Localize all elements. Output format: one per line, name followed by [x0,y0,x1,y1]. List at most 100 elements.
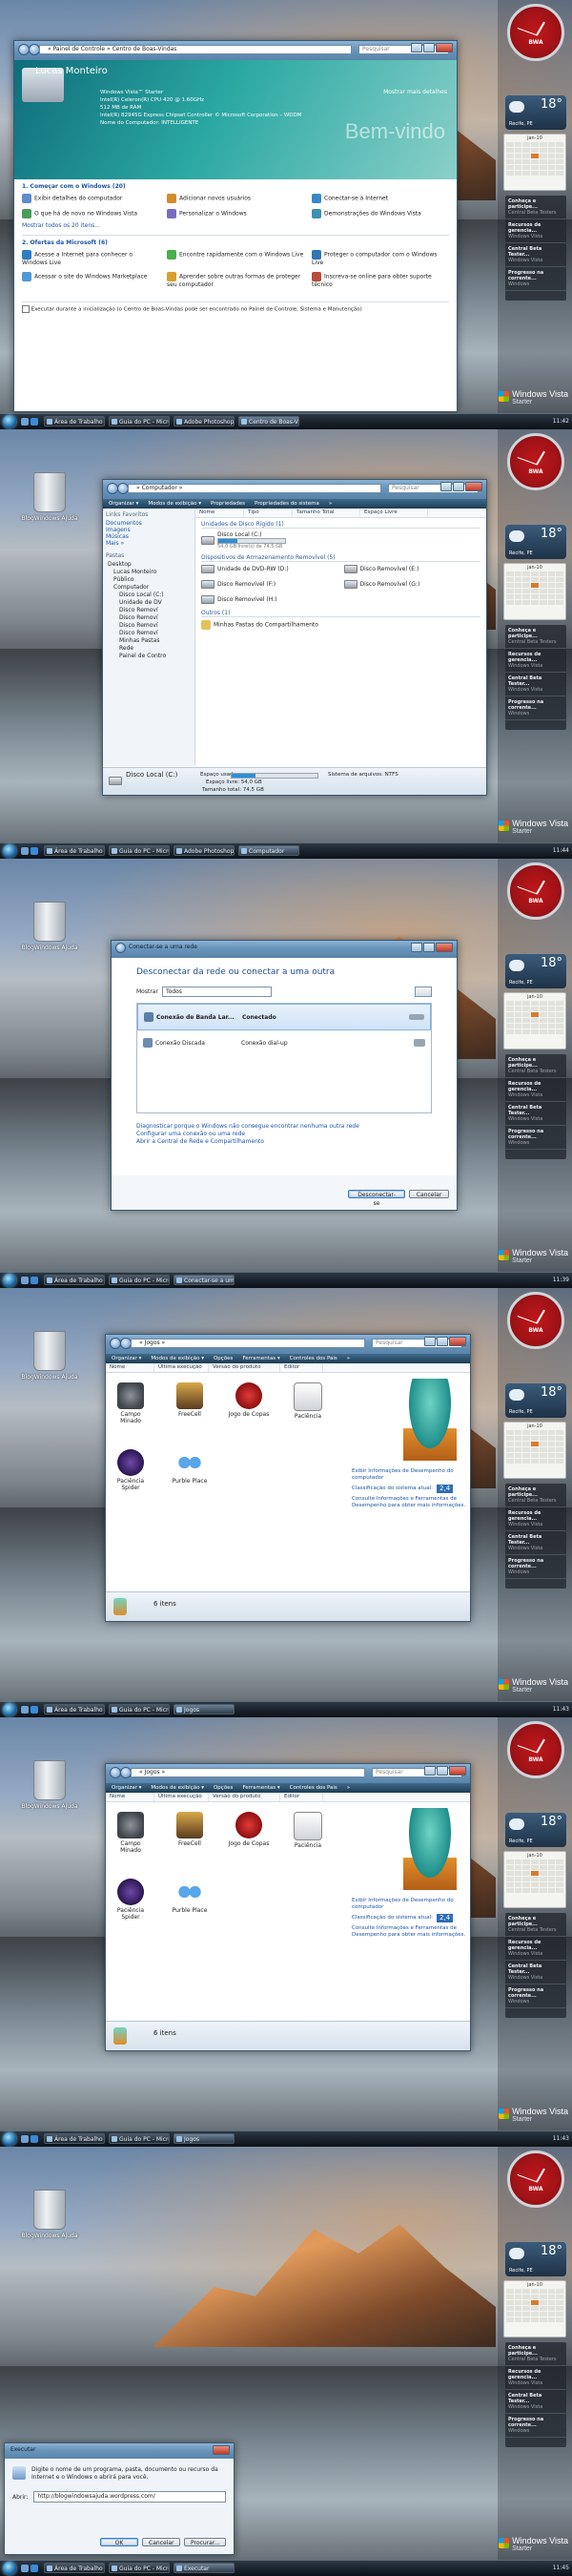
calendar-day[interactable] [547,1871,556,1876]
calendar-day[interactable] [556,1859,563,1864]
col-type[interactable]: Tipo [244,509,293,517]
recycle-bin[interactable]: BlogWindows Ajuda [21,2190,78,2239]
calendar-day[interactable] [556,594,563,599]
calendar-day[interactable] [539,1888,547,1893]
start-button[interactable] [3,1274,16,1287]
calendar-day[interactable] [522,1453,531,1458]
parental-controls-button[interactable]: Controles dos Pais [290,1354,337,1363]
calendar-day[interactable] [514,165,522,170]
calendar-day[interactable] [539,1007,547,1011]
calendar-day[interactable] [531,1001,539,1006]
feed-item[interactable]: Conheça e participe... Central Beta Teste… [505,1484,566,1507]
tile-marketplace[interactable]: Acessar o site do Windows Marketplace [22,272,159,288]
feed-item[interactable]: Progresso na corrente... Windows [505,1126,566,1150]
calendar-day[interactable] [556,583,563,588]
calendar-day[interactable] [531,1888,539,1893]
game-minesweeper[interactable]: Campo Minado [110,1382,152,1424]
calendar-day[interactable] [506,171,514,176]
calendar-day[interactable] [531,2312,539,2316]
calendar-day[interactable] [531,148,539,153]
tile-personalize[interactable]: Personalizar o Windows [167,209,304,218]
calendar-day[interactable] [531,1018,539,1023]
minimize-button[interactable] [440,482,452,491]
calendar-day[interactable] [522,171,531,176]
calendar-day[interactable] [539,1018,547,1023]
calendar-day[interactable] [539,577,547,582]
calendar-day[interactable] [539,165,547,170]
calendar-day[interactable] [514,154,522,158]
calendar-day[interactable] [506,1007,514,1011]
tree-item[interactable]: Disco Removí [106,630,192,637]
game-spider[interactable]: Paciência Spider [110,1449,152,1491]
calendar-day[interactable] [531,171,539,176]
maximize-button[interactable] [437,1337,448,1346]
calendar-day[interactable] [506,1882,514,1887]
calendar-day[interactable] [547,2312,556,2316]
show-all-link[interactable]: Mostrar todos os 20 itens... [22,222,449,229]
calendar-day[interactable] [539,1436,547,1441]
calendar-day[interactable] [514,1888,522,1893]
show-desktop-icon[interactable] [21,1706,29,1714]
col-version[interactable]: Versão do produto [209,1793,280,1801]
task-games[interactable]: Jogos [174,1704,235,1714]
organize-menu[interactable]: Organizar ▾ [112,1354,141,1363]
start-button[interactable] [3,415,16,428]
calendar-day[interactable] [522,2300,531,2305]
calendar-day[interactable] [547,171,556,176]
tools-menu[interactable]: Ferramentas ▾ [242,1783,279,1793]
calendar-day[interactable] [556,1453,563,1458]
calendar-day[interactable] [506,589,514,593]
task-desktop[interactable]: Área de Trabalho [44,2133,105,2144]
task-browser[interactable]: Guia do PC - Micros... [109,2563,170,2573]
calendar-day[interactable] [522,154,531,158]
tile-view-details[interactable]: Exibir detalhes do computador [22,194,159,203]
calendar-day[interactable] [531,571,539,576]
calendar-day[interactable] [556,1865,563,1870]
ok-button[interactable]: OK [100,2538,138,2546]
col-free[interactable]: Espaço Livre [360,509,428,517]
calendar-day[interactable] [506,1029,514,1034]
calendar-day[interactable] [539,571,547,576]
calendar-day[interactable] [531,154,539,158]
calendar-day[interactable] [531,1453,539,1458]
calendar-day[interactable] [539,1012,547,1017]
calendar-day[interactable] [547,165,556,170]
more-commands[interactable]: » [347,1354,350,1363]
performance-info-link[interactable]: Exibir Informações de Desempenho do comp… [352,1468,466,1482]
task-desktop[interactable]: Área de Trabalho [44,845,105,856]
calendar-day[interactable] [556,1436,563,1441]
calendar-day[interactable] [531,1442,539,1446]
calendar-day[interactable] [514,1859,522,1864]
calendar-day[interactable] [522,583,531,588]
calendar-day[interactable] [506,600,514,605]
calendar-day[interactable] [514,2289,522,2294]
calendar-day[interactable] [531,1430,539,1435]
drive-g[interactable]: Disco Removível (G:) [343,580,481,589]
recycle-bin[interactable]: BlogWindows Ajuda [21,472,78,522]
calendar-day[interactable] [556,2295,563,2299]
col-name[interactable]: Nome [195,509,244,517]
internet-explorer-icon[interactable] [31,847,38,855]
calendar-day[interactable] [547,1865,556,1870]
calendar-day[interactable] [539,583,547,588]
calendar-day[interactable] [514,1877,522,1881]
drive-h[interactable]: Disco Removível (H:) [201,595,338,604]
col-last-played[interactable]: Última execução [154,1363,209,1372]
calendar-day[interactable] [514,1007,522,1011]
drive-f[interactable]: Disco Removível (F:) [201,580,338,589]
calendar-day[interactable] [531,583,539,588]
calendar-day[interactable] [506,2312,514,2316]
calendar-day[interactable] [531,2300,539,2305]
tray-clock[interactable]: 11:45 [553,2563,569,2573]
calendar-day[interactable] [514,171,522,176]
task-desktop[interactable]: Área de Trabalho [44,416,105,426]
calendar-day[interactable] [522,577,531,582]
calendar-day[interactable] [514,571,522,576]
game-freecell[interactable]: FreeCell [169,1812,211,1847]
calendar-day[interactable] [547,2306,556,2311]
calendar-day[interactable] [556,159,563,164]
calendar-day[interactable] [531,1007,539,1011]
calendar-day[interactable] [531,1447,539,1452]
tile-live-search[interactable]: Encontre rapidamente com o Windows Live [167,250,304,266]
calendar-day[interactable] [556,2306,563,2311]
